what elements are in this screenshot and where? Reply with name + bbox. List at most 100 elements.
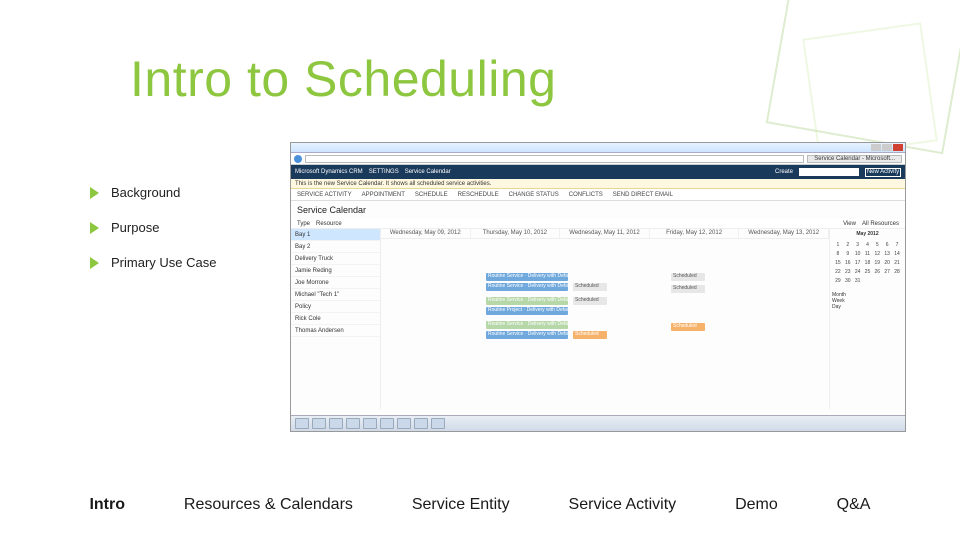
nav-item-resources[interactable]: Resources & Calendars xyxy=(184,496,353,514)
appointment-block[interactable]: Scheduled xyxy=(573,331,607,339)
appointment-block[interactable]: Scheduled xyxy=(573,297,607,305)
resource-row[interactable]: Bay 2 xyxy=(291,241,380,253)
crm-area[interactable]: SETTINGS xyxy=(369,169,399,175)
bullet-list: Background Purpose Primary Use Case xyxy=(90,185,216,290)
calendar-body: Bay 1 Bay 2 Delivery Truck Jamie Reding … xyxy=(291,229,905,409)
day-header: Wednesday, May 09, 2012 xyxy=(381,229,471,238)
resource-row[interactable]: Rick Cole xyxy=(291,313,380,325)
ribbon-item[interactable]: CONFLICTS xyxy=(569,192,603,198)
mini-calendar-panel: May 2012 1234567 891011121314 1516171819… xyxy=(829,229,905,409)
bullet-item: Background xyxy=(90,185,216,200)
browser-tab-label: Service Calendar - Microsoft... xyxy=(814,156,895,162)
crm-tip-bar: This is the new Service Calendar. It sho… xyxy=(291,179,905,189)
ribbon-item[interactable]: SERVICE ACTIVITY xyxy=(297,192,352,198)
browser-address-bar: Service Calendar - Microsoft... xyxy=(291,153,905,165)
play-icon xyxy=(90,222,99,234)
browser-tab[interactable]: Service Calendar - Microsoft... xyxy=(807,155,902,163)
resource-label: Michael "Tech 1" xyxy=(295,292,339,298)
url-input[interactable] xyxy=(305,155,804,163)
decor-box-2 xyxy=(802,22,938,158)
taskbar-item[interactable] xyxy=(397,418,411,429)
nav-item-service-activity[interactable]: Service Activity xyxy=(569,496,677,514)
crm-tip-text: This is the new Service Calendar. It sho… xyxy=(295,181,491,187)
resource-row[interactable]: Jamie Reding xyxy=(291,265,380,277)
appointment-block[interactable]: Scheduled xyxy=(671,273,705,281)
ribbon-item[interactable]: APPOINTMENT xyxy=(362,192,405,198)
appointment-block[interactable]: Routine Project · Delivery with Default … xyxy=(486,307,568,315)
back-button[interactable] xyxy=(294,155,302,163)
appointment-block[interactable]: Routine Service · Delivery with Default … xyxy=(486,331,568,339)
day-header: Wednesday, May 11, 2012 xyxy=(560,229,650,238)
ribbon-item[interactable]: SCHEDULE xyxy=(415,192,448,198)
crm-ribbon: SERVICE ACTIVITY APPOINTMENT SCHEDULE RE… xyxy=(291,189,905,201)
ribbon-item[interactable]: RESCHEDULE xyxy=(458,192,499,198)
legend-item[interactable]: Day xyxy=(832,304,903,310)
nav-item-service-entity[interactable]: Service Entity xyxy=(412,496,510,514)
play-icon xyxy=(90,187,99,199)
mini-calendar[interactable]: 1234567 891011121314 15161718192021 2223… xyxy=(832,239,903,286)
crm-create[interactable]: Create xyxy=(775,169,793,175)
window-titlebar xyxy=(291,143,905,153)
resource-label: Jamie Reding xyxy=(295,268,332,274)
taskbar-item[interactable] xyxy=(346,418,360,429)
filter-bar: Type Resource View All Resources xyxy=(291,219,905,229)
taskbar-item[interactable] xyxy=(312,418,326,429)
close-button[interactable] xyxy=(893,144,903,151)
type-value[interactable]: Resource xyxy=(316,221,342,227)
mini-calendar-month: May 2012 xyxy=(832,231,903,237)
resource-row[interactable]: Policy xyxy=(291,301,380,313)
nav-item-qa[interactable]: Q&A xyxy=(837,496,871,514)
bullet-item: Purpose xyxy=(90,220,216,235)
minimize-button[interactable] xyxy=(871,144,881,151)
taskbar-item[interactable] xyxy=(414,418,428,429)
bullet-item: Primary Use Case xyxy=(90,255,216,270)
appointment-block[interactable]: Scheduled xyxy=(671,285,705,293)
bullet-text: Primary Use Case xyxy=(111,255,216,270)
resource-label: Bay 2 xyxy=(295,244,310,250)
calendar-grid[interactable]: Wednesday, May 09, 2012 Thursday, May 10… xyxy=(381,229,829,409)
view-value[interactable]: All Resources xyxy=(862,221,899,227)
bullet-text: Purpose xyxy=(111,220,159,235)
appointment-block[interactable]: Routine Service · Delivery with Default … xyxy=(486,283,568,291)
nav-item-intro[interactable]: Intro xyxy=(89,496,125,514)
resource-row[interactable]: Delivery Truck xyxy=(291,253,380,265)
crm-new-activity-button[interactable]: New Activity xyxy=(865,168,901,177)
crm-brand: Microsoft Dynamics CRM xyxy=(295,169,363,175)
appointment-block[interactable]: Scheduled xyxy=(671,323,705,331)
resource-row[interactable]: Joe Morrone xyxy=(291,277,380,289)
appointment-block[interactable]: Routine Service · Delivery with Default … xyxy=(486,297,568,305)
appointment-block[interactable]: Scheduled xyxy=(573,283,607,291)
day-header: Friday, May 12, 2012 xyxy=(650,229,740,238)
slide: Intro to Scheduling Background Purpose P… xyxy=(0,0,960,540)
ribbon-item[interactable]: SEND DIRECT EMAIL xyxy=(613,192,673,198)
windows-taskbar xyxy=(291,415,905,431)
taskbar-item[interactable] xyxy=(329,418,343,429)
legend: Month Week Day xyxy=(832,292,903,310)
type-label: Type xyxy=(297,221,310,227)
day-header: Wednesday, May 13, 2012 xyxy=(739,229,829,238)
maximize-button[interactable] xyxy=(882,144,892,151)
day-header: Thursday, May 10, 2012 xyxy=(471,229,561,238)
bullet-text: Background xyxy=(111,185,180,200)
appointment-block[interactable]: Routine Service · Delivery with Default … xyxy=(486,273,568,281)
crm-search-input[interactable] xyxy=(799,168,859,176)
resource-label: Joe Morrone xyxy=(295,280,329,286)
appointment-block[interactable]: Routine Service · Delivery with Default … xyxy=(486,321,568,329)
taskbar-item[interactable] xyxy=(363,418,377,429)
taskbar-item[interactable] xyxy=(431,418,445,429)
resource-row[interactable]: Michael "Tech 1" xyxy=(291,289,380,301)
slide-title: Intro to Scheduling xyxy=(130,50,556,108)
crm-page[interactable]: Service Calendar xyxy=(405,169,451,175)
taskbar-item[interactable] xyxy=(295,418,309,429)
resource-label: Thomas Andersen xyxy=(295,328,344,334)
nav-item-demo[interactable]: Demo xyxy=(735,496,778,514)
day-header-row: Wednesday, May 09, 2012 Thursday, May 10… xyxy=(381,229,829,239)
taskbar-item[interactable] xyxy=(380,418,394,429)
crm-heading: Service Calendar xyxy=(291,201,905,219)
play-icon xyxy=(90,257,99,269)
resource-row[interactable]: Bay 1 xyxy=(291,229,380,241)
ribbon-item[interactable]: CHANGE STATUS xyxy=(509,192,559,198)
resource-label: Bay 1 xyxy=(295,232,310,238)
resource-row[interactable]: Thomas Andersen xyxy=(291,325,380,337)
resource-list: Bay 1 Bay 2 Delivery Truck Jamie Reding … xyxy=(291,229,381,409)
